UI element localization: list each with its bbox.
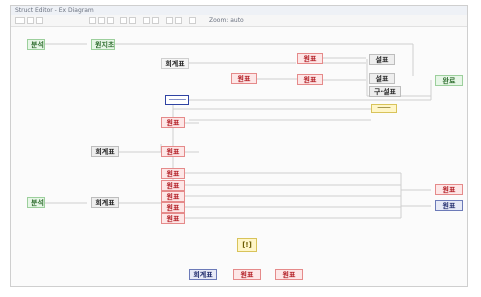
node-label: 원표: [166, 170, 180, 178]
process-node[interactable]: 회계표: [161, 58, 189, 69]
node-label: 설표: [375, 56, 389, 64]
node-label: 구·설표: [374, 88, 396, 96]
paste-button[interactable]: [107, 17, 114, 24]
end-node[interactable]: 완료: [435, 75, 463, 86]
node-label: 원지초: [95, 41, 115, 49]
process-node[interactable]: 회계표: [91, 146, 119, 157]
red-node[interactable]: 원표: [161, 180, 185, 191]
legend-node[interactable]: 원표: [233, 269, 261, 280]
node-label: [!]: [242, 241, 252, 249]
node-label: ───: [377, 104, 391, 112]
node-label: 원표: [166, 148, 180, 156]
node-label: 원표: [237, 75, 251, 83]
redo-button[interactable]: [175, 17, 182, 24]
list-node[interactable]: 설표: [369, 73, 395, 84]
note-node[interactable]: ───: [371, 104, 397, 113]
node-label: 원표: [166, 193, 180, 201]
editor-window: Struct Editor - Ex Diagram Zoom: auto 분석…: [10, 5, 468, 287]
node-label: 원표: [240, 271, 254, 279]
list-node[interactable]: 구·설표: [369, 86, 401, 97]
diagram-canvas[interactable]: 분석 분석 원지초 회계표 원표 원표 원표 설표 설표 구·설표 완료 ───…: [11, 26, 467, 286]
node-label: 회계표: [193, 271, 213, 279]
node-label: 원표: [166, 215, 180, 223]
align-button[interactable]: [129, 17, 136, 24]
window-title: Struct Editor - Ex Diagram: [15, 7, 94, 14]
start-node[interactable]: 원지초: [91, 39, 115, 50]
output-node[interactable]: 원표: [435, 200, 463, 211]
node-label: 원표: [166, 119, 180, 127]
node-label: 완료: [442, 77, 456, 85]
node-label: ────: [169, 96, 186, 104]
fit-button[interactable]: [189, 17, 196, 24]
node-label: 회계표: [95, 148, 115, 156]
node-label: 원표: [303, 55, 317, 63]
legend-node[interactable]: 회계표: [189, 269, 217, 280]
red-node[interactable]: 원표: [161, 146, 185, 157]
node-label: 원표: [166, 182, 180, 190]
node-label: 원표: [442, 202, 456, 210]
cut-button[interactable]: [89, 17, 96, 24]
node-label: 회계표: [165, 60, 185, 68]
red-node[interactable]: 원표: [161, 191, 185, 202]
copy-button[interactable]: [98, 17, 105, 24]
warning-node[interactable]: [!]: [237, 238, 257, 252]
legend-node[interactable]: 원표: [275, 269, 303, 280]
zoom-in-button[interactable]: [143, 17, 150, 24]
red-node[interactable]: 원표: [161, 117, 185, 128]
node-label: 원표: [166, 204, 180, 212]
selected-node[interactable]: ────: [165, 95, 189, 105]
node-label: 분석: [31, 199, 44, 207]
node-label: 원표: [303, 76, 317, 84]
node-label: 회계표: [95, 199, 115, 207]
process-node[interactable]: 회계표: [91, 197, 119, 208]
output-node[interactable]: 원표: [435, 184, 463, 195]
red-node[interactable]: 원표: [297, 74, 323, 85]
red-node[interactable]: 원표: [161, 202, 185, 213]
grid-button[interactable]: [120, 17, 127, 24]
zoom-out-button[interactable]: [152, 17, 159, 24]
zoom-label[interactable]: Zoom: auto: [209, 15, 244, 26]
node-label: 원표: [442, 186, 456, 194]
input-node[interactable]: 분석: [27, 197, 45, 208]
red-node[interactable]: 원표: [161, 168, 185, 179]
input-node[interactable]: 분석: [27, 39, 45, 50]
new-button[interactable]: [15, 17, 25, 24]
save-button[interactable]: [36, 17, 43, 24]
node-label: 설표: [375, 75, 389, 83]
red-node[interactable]: 원표: [231, 73, 257, 84]
node-label: 원표: [282, 271, 296, 279]
red-node[interactable]: 원표: [297, 53, 323, 64]
red-node[interactable]: 원표: [161, 213, 185, 224]
list-node[interactable]: 설표: [369, 54, 395, 65]
open-button[interactable]: [27, 17, 34, 24]
undo-button[interactable]: [166, 17, 173, 24]
node-label: 분석: [31, 41, 44, 49]
